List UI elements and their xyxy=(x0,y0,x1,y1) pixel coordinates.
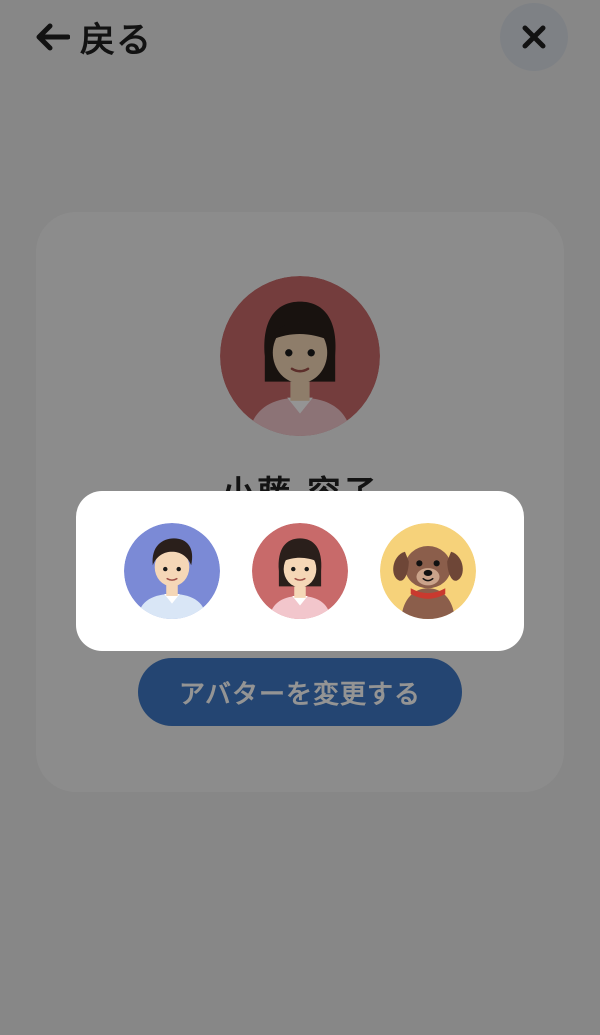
avatar-option-dog[interactable] xyxy=(380,523,476,619)
dog-avatar-icon xyxy=(380,523,476,619)
female-avatar-icon xyxy=(252,523,348,619)
avatar-option-female[interactable] xyxy=(252,523,348,619)
male-avatar-icon xyxy=(124,523,220,619)
avatar-option-male[interactable] xyxy=(124,523,220,619)
avatar-picker xyxy=(76,491,524,651)
